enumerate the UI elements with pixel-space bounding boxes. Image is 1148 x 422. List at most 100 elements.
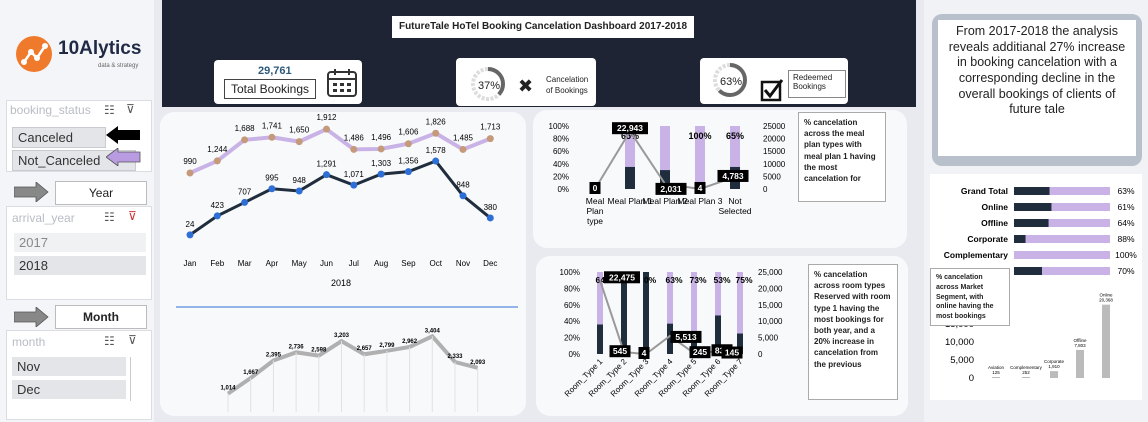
kpi-redeemed-label-1: Redeemed [793,73,833,82]
data-label-top: 1,244 [207,145,228,154]
y-tick-left: 20% [553,172,569,181]
data-point-bottom [377,170,385,178]
data-point-top [213,157,221,165]
slicer-item-nov[interactable]: Nov [12,357,126,376]
dashboard-title: FutureTale HoTel Booking Cancelation Das… [392,16,694,38]
data-label: 1,667 [243,370,259,376]
data-label-bottom: 1,303 [371,159,392,168]
data-label-bottom: 1,578 [426,146,447,155]
data-label-top: 1,486 [344,133,365,142]
x-tick-label: Oct [429,259,442,268]
close-icon: ✖ [518,76,534,96]
slicer-item-canceled[interactable]: Canceled [12,127,106,148]
data-label-bottom: 948 [293,176,307,185]
segment-label: Offline [981,218,1008,228]
logo: 10Alytics data & strategy [10,30,150,80]
month-header: month [12,335,46,349]
data-label-top: 1,741 [262,121,283,130]
market-segment-note: % cancelation across Market Segment, wit… [930,268,1010,326]
x-tick-label: Jul [349,259,359,268]
x-tick-label: Sep [401,259,416,268]
y-tick-right: 15000 [763,147,786,156]
data-point-bottom [186,231,194,239]
bar-value-label: 252 [1022,370,1030,375]
segment-label: Online [982,202,1009,212]
data-label: 2,395 [266,353,282,359]
y-tick-right: 20,000 [758,284,783,293]
data-label: 2,657 [357,346,373,352]
room-type-note: % cancelation across room types Reserved… [808,264,898,400]
y-tick-left: 80% [553,135,569,144]
data-label-bottom: 707 [238,187,252,196]
clear-filter-icon[interactable]: ⊽ [128,209,137,223]
data-point-top [268,133,276,141]
segment-bar-bg [1014,235,1110,243]
data-point-bottom [459,192,467,200]
pct-label: 100% [688,131,711,141]
segment-bar-fill [1014,267,1042,275]
kpi-redeemed-pct: 63% [720,76,743,88]
clear-filter-icon[interactable]: ⊽ [128,333,137,347]
x-tick-label: Dec [483,259,497,268]
y-tick: 5,000 [950,355,974,366]
data-label: 3,203 [334,333,350,339]
kpi-total-bookings-value: 29,761 [258,65,292,77]
clear-filter-icon[interactable]: ⊽ [126,102,135,116]
y-tick-right: 25000 [763,122,786,131]
segment-pct: 70% [1117,266,1134,276]
data-point-bottom [432,157,440,165]
multi-select-icon[interactable]: ☷ [104,103,115,117]
pct-label: 53% [713,275,730,285]
arrow-right-icon [14,182,49,202]
multi-select-icon[interactable]: ☷ [104,210,115,224]
multi-select-icon[interactable]: ☷ [104,334,115,348]
y-tick-left: 100% [549,122,569,131]
segment-bar-fill [1014,235,1026,243]
segment-label: Grand Total [961,186,1008,196]
data-label-bottom: 380 [484,203,498,212]
x-tick-label: Jun [320,259,333,268]
data-label-top: 1,496 [371,133,392,142]
pct-label: 75% [735,275,752,285]
y-tick-right: 5000 [763,172,781,181]
data-label: 0 [593,183,598,193]
data-point-top [432,129,440,137]
data-label-bottom: 1,356 [398,157,419,166]
y-tick-left: 40% [564,317,580,326]
data-point-bottom [323,171,330,179]
year-label: Year [55,181,147,205]
scrollbar[interactable] [130,357,144,401]
data-point-bottom [241,198,249,206]
x-tick-label: Not [728,196,742,206]
data-label-top: 1,912 [316,113,337,122]
checkbox-icon [760,79,784,102]
y-tick: 10,000 [945,337,974,348]
meal-plan-note: % cancelation across the meal plan types… [798,112,886,202]
data-label: 1,014 [220,386,236,392]
y-tick-left: 0% [557,185,569,194]
kpi-cancel-label-1: Cancelation [546,75,589,84]
y-tick-left: 20% [564,334,580,343]
slicer-item-2017[interactable]: 2017 [14,233,146,252]
slicer-item-2018[interactable]: 2018 [14,256,146,275]
bar-value-label: 125 [992,370,1000,375]
booking-status-header: booking_status [10,103,91,117]
monthly-bookings-chart: 2018 990 1,244 1,688 1,741 1,650 1,912 1,486 1,… [176,113,518,412]
x-tick-label: Aug [374,259,388,268]
segment-pct: 100% [1115,250,1137,260]
y-tick-left: 0% [568,350,580,359]
data-label-bottom: 848 [456,181,470,190]
insight-text: From 2017-2018 the analysis reveals addi… [938,20,1136,156]
data-point-bottom [268,185,276,193]
data-point-bottom [350,181,358,189]
slicer-item-dec[interactable]: Dec [12,380,126,399]
data-label-bottom: 423 [211,201,225,210]
data-point-bottom [404,168,412,176]
kpi-cancel-pct: 37% [478,80,501,92]
y-tick-right: 20000 [763,135,786,144]
data-point-top [486,135,494,143]
data-point-bottom [295,187,303,195]
segment-bar-fill [1014,203,1052,211]
data-point-bottom [213,212,221,220]
x-tick-label: Feb [210,259,224,268]
